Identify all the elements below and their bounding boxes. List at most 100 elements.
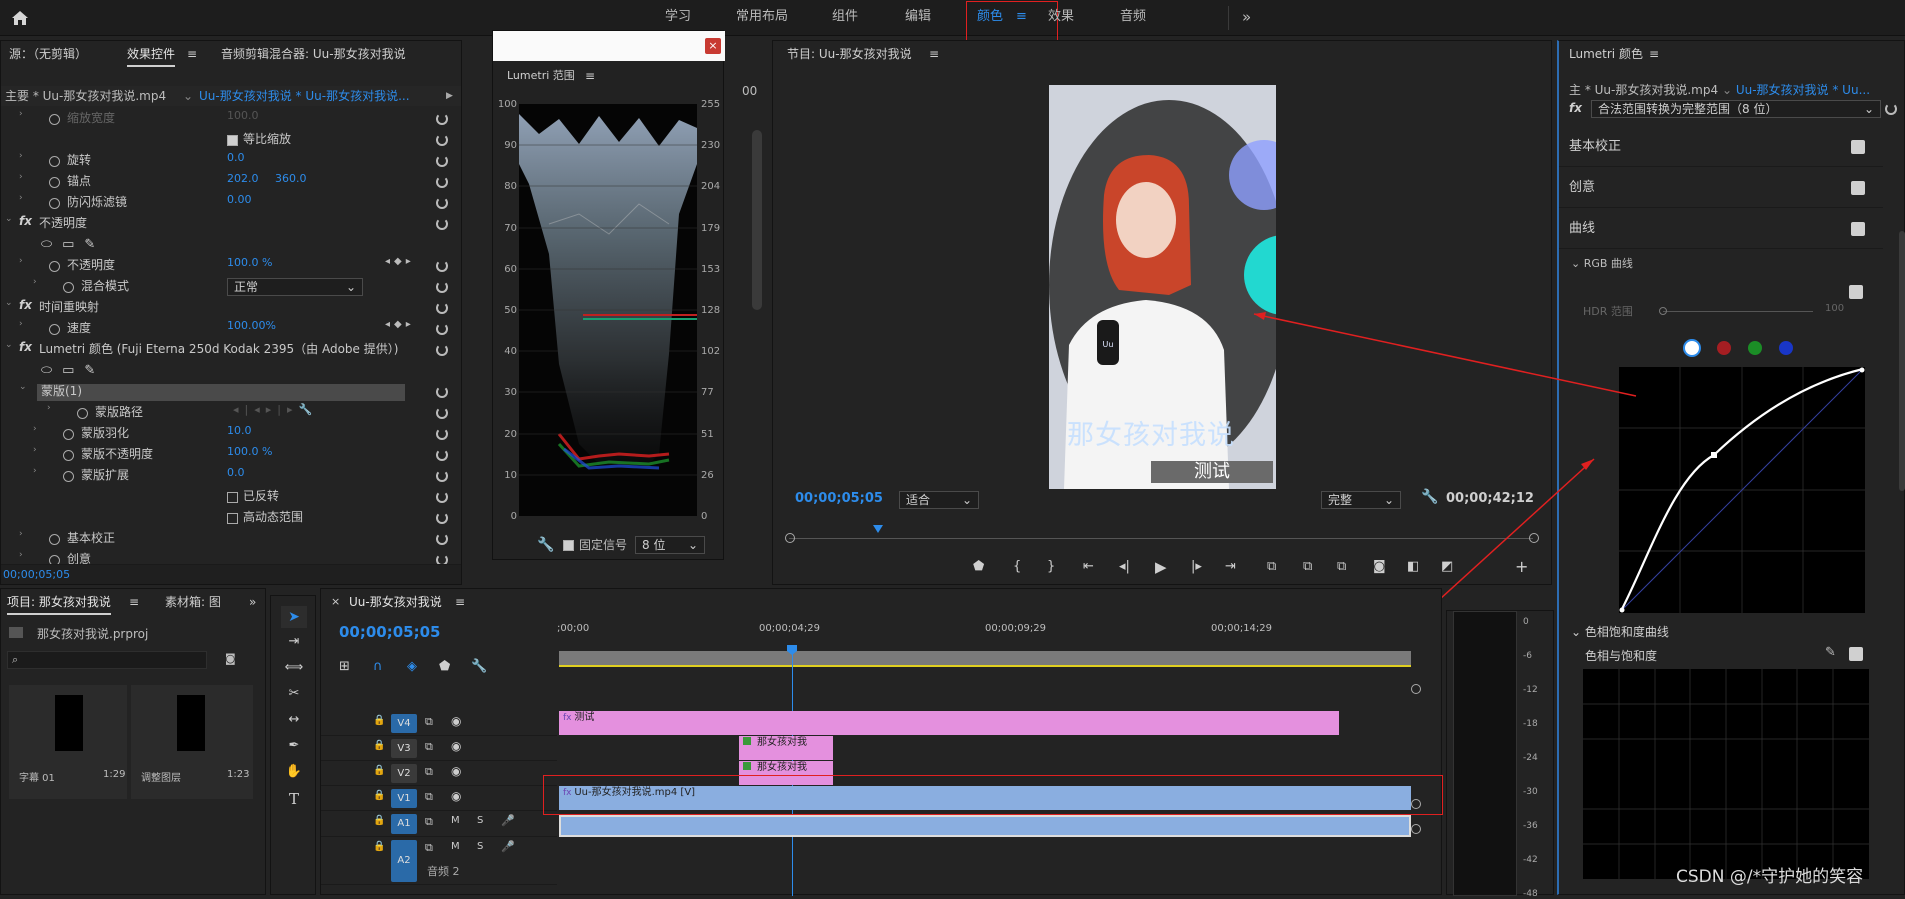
tab-audio-mixer[interactable]: 音频剪辑混合器: Uu-那女孩对我说 xyxy=(221,41,406,67)
play-icon[interactable]: ▶ xyxy=(1155,557,1167,577)
razor-tool-icon[interactable]: ✂ xyxy=(281,686,307,701)
sync-lock-icon[interactable]: ⧉ xyxy=(425,790,433,804)
mute-button[interactable]: M xyxy=(451,815,460,826)
section-basic-correction[interactable]: 基本校正 xyxy=(1559,127,1883,167)
eye-icon[interactable]: ◉ xyxy=(451,789,461,803)
effect-row[interactable]: › 蒙版路径 ◂|◂▸|▸🔧 xyxy=(1,403,456,424)
track-target-toggle[interactable]: V2 xyxy=(391,764,417,783)
chevron-down-icon[interactable]: ⌄ xyxy=(5,214,13,224)
tab-project[interactable]: 项目: 那女孩对我说 xyxy=(7,589,111,615)
nest-icon[interactable]: ⊞ xyxy=(339,659,350,674)
hdr-range-slider[interactable] xyxy=(1663,311,1813,312)
curve-channel-green[interactable] xyxy=(1748,341,1762,355)
stopwatch-icon[interactable] xyxy=(63,450,74,461)
mic-icon[interactable]: 🎤 xyxy=(501,840,515,853)
effect-row[interactable]: 已反转 xyxy=(1,487,456,508)
chevron-right-icon[interactable]: › xyxy=(19,109,23,119)
bit-depth-dropdown[interactable]: 8 位 ⌄ xyxy=(635,536,705,554)
chevron-right-icon[interactable]: › xyxy=(19,193,23,203)
chevron-right-icon[interactable]: › xyxy=(47,403,51,413)
step-back-icon[interactable]: ◂| xyxy=(1119,557,1130,577)
reset-icon[interactable] xyxy=(436,260,448,272)
effect-row[interactable]: ⬭▭✎ xyxy=(1,361,456,382)
wrench-icon[interactable]: 🔧 xyxy=(537,531,554,559)
wrench-icon[interactable]: 🔧 xyxy=(471,659,487,674)
clip-master-label[interactable]: 主要 * Uu-那女孩对我说.mp4 xyxy=(5,86,166,106)
effect-row[interactable]: 高动态范围 xyxy=(1,508,456,529)
close-tab-icon[interactable]: × xyxy=(331,589,340,615)
fit-dropdown[interactable]: 适合 ⌄ xyxy=(899,491,979,509)
effect-row-value[interactable]: 0.0 xyxy=(227,466,245,479)
reset-icon[interactable] xyxy=(436,218,448,230)
reset-icon[interactable] xyxy=(436,113,448,125)
chevron-right-icon[interactable]: › xyxy=(33,445,37,455)
solo-button[interactable]: S xyxy=(477,815,483,826)
clamp-signal-checkbox[interactable] xyxy=(563,540,574,551)
curve-channel-white[interactable] xyxy=(1683,339,1701,357)
double-chevron-right-icon[interactable]: » xyxy=(249,589,256,615)
sync-lock-icon[interactable]: ⧉ xyxy=(425,765,433,779)
effect-row[interactable]: › 防闪烁滤镜 0.00 xyxy=(1,193,456,214)
snap-icon[interactable]: ∩ xyxy=(373,659,383,674)
section-curves[interactable]: 曲线 xyxy=(1559,209,1883,249)
chevron-right-icon[interactable]: › xyxy=(19,172,23,182)
lock-icon[interactable]: 🔒 xyxy=(373,841,385,852)
wrench-icon[interactable]: 🔧 xyxy=(1421,489,1438,505)
reset-icon[interactable] xyxy=(436,512,448,524)
checkbox[interactable] xyxy=(227,135,238,146)
stopwatch-icon[interactable] xyxy=(63,282,74,293)
effect-row-value[interactable]: 202.0 xyxy=(227,172,259,185)
effect-row[interactable]: › 缩放宽度 100.0 xyxy=(1,109,456,130)
double-chevron-right-icon[interactable]: » xyxy=(1242,0,1251,36)
scrub-start-handle[interactable] xyxy=(785,533,795,543)
chevron-down-icon[interactable]: ⌄ xyxy=(5,340,13,350)
effect-row[interactable]: › 蒙版不透明度 100.0 % xyxy=(1,445,456,466)
effect-row[interactable]: 等比缩放 xyxy=(1,130,456,151)
chevron-right-icon[interactable]: ⌄ xyxy=(19,382,27,392)
linked-selection-icon[interactable]: ◈ xyxy=(407,659,417,674)
reset-icon[interactable] xyxy=(436,470,448,482)
stopwatch-icon[interactable] xyxy=(49,156,60,167)
home-icon[interactable] xyxy=(10,8,30,28)
scrollbar[interactable] xyxy=(752,130,762,310)
effect-row[interactable]: › 锚点 202.0 360.0 xyxy=(1,172,456,193)
timeline-timecode[interactable]: 00;00;05;05 xyxy=(339,623,441,641)
track-target-toggle[interactable]: V3 xyxy=(391,739,417,758)
chevron-right-icon[interactable]: › xyxy=(19,550,23,560)
program-timecode[interactable]: 00;00;05;05 xyxy=(795,491,883,506)
chevron-down-icon[interactable]: ⌄ xyxy=(5,298,13,308)
stopwatch-icon[interactable] xyxy=(49,198,60,209)
camera-icon[interactable]: ◙ xyxy=(1373,557,1386,577)
workspace-tab-edit[interactable]: 编辑 xyxy=(905,0,931,36)
lumetri-clip-main[interactable]: 主 * Uu-那女孩对我说.mp4 xyxy=(1569,83,1718,97)
blend-mode-dropdown[interactable]: 正常 ⌄ xyxy=(227,278,363,296)
hue-sat-checkbox[interactable] xyxy=(1849,647,1863,661)
panel-menu-icon[interactable]: ≡ xyxy=(585,63,595,89)
reset-icon[interactable] xyxy=(436,449,448,461)
solo-button[interactable]: S xyxy=(477,841,483,852)
effect-row-value[interactable]: 360.0 xyxy=(275,172,307,185)
tab-effect-controls[interactable]: 效果控件 xyxy=(127,41,176,67)
chevron-right-icon[interactable]: › xyxy=(19,319,23,329)
sync-lock-icon[interactable]: ⧉ xyxy=(425,815,433,829)
step-forward-icon[interactable]: |▸ xyxy=(1191,557,1202,577)
rgb-curves-header[interactable]: ⌄ RGB 曲线 xyxy=(1571,255,1633,271)
mask-shape-tools-icon[interactable]: ⬭▭✎ xyxy=(41,237,105,252)
checkbox[interactable] xyxy=(227,492,238,503)
section-enable-checkbox[interactable] xyxy=(1851,140,1865,154)
effect-row-value[interactable]: 100.0 xyxy=(227,109,259,122)
effect-row-value[interactable]: 0.00 xyxy=(227,193,252,206)
fx-icon[interactable]: fx xyxy=(1569,101,1582,115)
lock-icon[interactable]: 🔒 xyxy=(373,740,385,751)
effect-row[interactable]: › 旋转 0.0 xyxy=(1,151,456,172)
zoom-handle[interactable] xyxy=(1411,799,1421,809)
keyframe-nav-icon[interactable]: ◂◆▸ xyxy=(385,319,415,330)
keyframe-nav-icon[interactable]: ◂◆▸ xyxy=(385,256,415,267)
effect-row[interactable]: › 速度 100.00% ◂◆▸ xyxy=(1,319,456,340)
eye-icon[interactable]: ◉ xyxy=(451,739,461,753)
work-area-bar[interactable] xyxy=(559,651,1411,665)
section-enable-checkbox[interactable] xyxy=(1851,222,1865,236)
curve-channel-blue[interactable] xyxy=(1779,341,1793,355)
project-item-card[interactable]: 调整图层 1:23 xyxy=(131,685,253,799)
panel-menu-icon[interactable]: ≡ xyxy=(129,589,139,615)
